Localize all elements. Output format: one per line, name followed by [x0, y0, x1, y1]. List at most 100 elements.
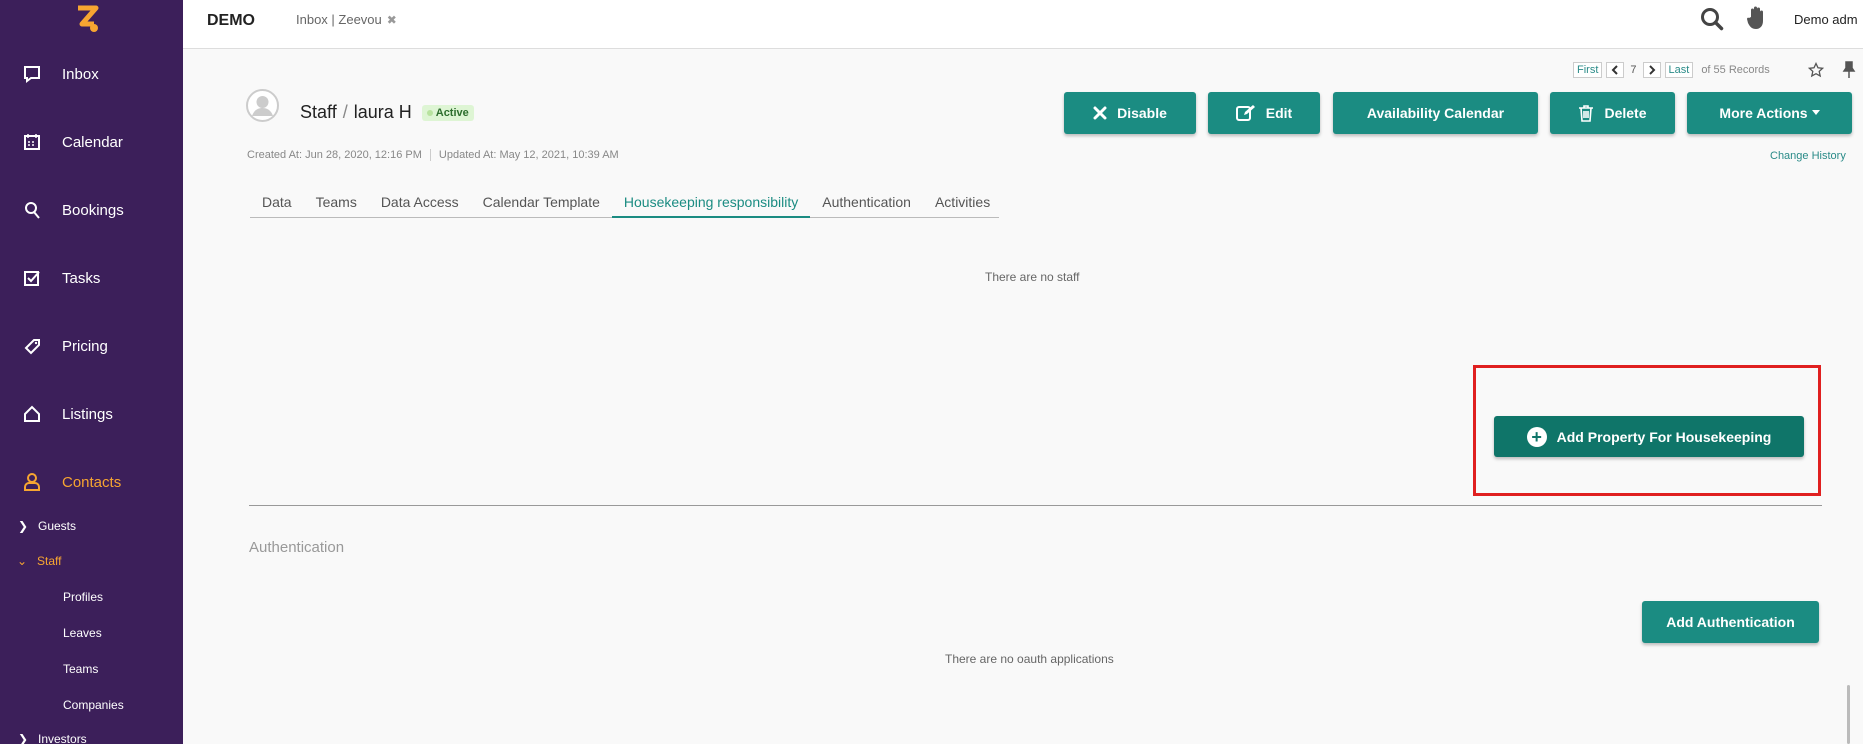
sidebar-item-teams[interactable]: Teams — [63, 662, 98, 676]
caret-down-icon — [1811, 110, 1820, 115]
nav-label: Calendar — [62, 133, 123, 151]
scrollbar[interactable] — [1847, 685, 1850, 744]
breadcrumb-separator: / — [342, 102, 348, 122]
record-pager: First 7 Last of 55 Records — [1573, 62, 1770, 78]
close-icon[interactable]: ✖ — [387, 13, 397, 27]
more-actions-button[interactable]: More Actions — [1687, 92, 1852, 134]
authentication-heading: Authentication — [249, 539, 345, 556]
disable-button[interactable]: Disable — [1064, 92, 1196, 134]
sidebar-item-profiles[interactable]: Profiles — [63, 590, 103, 604]
add-property-label: Add Property For Housekeeping — [1556, 428, 1772, 445]
tab-teams[interactable]: Teams — [304, 188, 369, 218]
calendar-icon — [22, 132, 42, 152]
tab-authentication[interactable]: Authentication — [810, 188, 923, 218]
created-at: Created At: Jun 28, 2020, 12:16 PM — [247, 149, 422, 161]
star-icon[interactable] — [1808, 62, 1824, 78]
pager-first[interactable]: First — [1573, 62, 1603, 78]
nav-tasks[interactable]: Tasks — [0, 258, 183, 298]
nav-listings[interactable]: Listings — [0, 394, 183, 434]
tab-housekeeping-responsibility[interactable]: Housekeeping responsibility — [611, 188, 811, 218]
pager-next-button[interactable] — [1642, 62, 1661, 78]
top-bar: DEMO Inbox | Zeevou ✖ Demo adm — [183, 0, 1863, 49]
edit-icon — [1235, 105, 1255, 121]
section-divider — [249, 505, 1822, 506]
nav-label: Listings — [62, 405, 113, 423]
tag-icon — [22, 336, 42, 356]
zeevou-logo[interactable] — [72, 4, 102, 34]
sub-label: Staff — [37, 554, 62, 568]
chevron-right-icon: ❯ — [18, 519, 29, 533]
user-menu[interactable]: Demo adm — [1794, 12, 1858, 27]
delete-button[interactable]: Delete — [1550, 92, 1675, 134]
pin-icon[interactable] — [1842, 61, 1856, 79]
trash-icon — [1579, 105, 1594, 122]
status-badge: Active — [421, 104, 474, 121]
add-authentication-button[interactable]: Add Authentication — [1642, 601, 1819, 643]
chevron-right-icon — [1648, 65, 1655, 75]
tasks-icon — [22, 268, 42, 288]
authentication-empty-state: There are no oauth applications — [945, 652, 1114, 666]
tab-data-access[interactable]: Data Access — [369, 188, 471, 218]
inbox-icon — [22, 64, 42, 84]
close-icon — [1093, 106, 1107, 120]
add-authentication-label: Add Authentication — [1666, 614, 1795, 630]
pager-prev-button[interactable] — [1606, 62, 1625, 78]
open-tab[interactable]: Inbox | Zeevou ✖ — [296, 12, 397, 27]
open-tab-label: Inbox | Zeevou — [296, 12, 382, 27]
record-meta: Created At: Jun 28, 2020, 12:16 PM Updat… — [247, 149, 619, 161]
add-property-for-housekeeping-button[interactable]: + Add Property For Housekeeping — [1494, 416, 1804, 457]
search-icon[interactable] — [1699, 6, 1725, 32]
housekeeping-empty-state: There are no staff — [985, 270, 1080, 284]
record-name: laura H — [353, 102, 412, 122]
meta-divider — [429, 149, 431, 161]
sub-label: Guests — [38, 519, 77, 533]
delete-label: Delete — [1604, 105, 1647, 121]
sub-label: Investors — [38, 732, 87, 744]
user-icon — [22, 472, 42, 492]
page-title: Staff / laura H Active — [300, 102, 474, 123]
tab-data[interactable]: Data — [250, 188, 304, 218]
nav-label: Bookings — [62, 201, 124, 219]
nav-label: Pricing — [62, 337, 108, 355]
tab-activities[interactable]: Activities — [923, 188, 1002, 218]
bookings-icon — [22, 200, 42, 220]
pager-current: 7 — [1630, 64, 1637, 76]
breadcrumb-module[interactable]: Staff — [300, 102, 337, 123]
tab-calendar-template[interactable]: Calendar Template — [471, 188, 612, 218]
nav-pricing[interactable]: Pricing — [0, 326, 183, 366]
sidebar: Inbox Calendar Bookings Tasks Pricing Li… — [0, 0, 183, 744]
record-tabs: Data Teams Data Access Calendar Template… — [250, 188, 999, 218]
hand-icon[interactable] — [1746, 5, 1766, 31]
disable-label: Disable — [1117, 105, 1167, 121]
workspace-name: DEMO — [207, 12, 255, 29]
change-history-link[interactable]: Change History — [1770, 150, 1846, 162]
status-dot-icon — [426, 109, 433, 116]
nav-label: Contacts — [62, 473, 122, 491]
sidebar-item-staff[interactable]: ⌄ Staff — [17, 554, 61, 568]
edit-button[interactable]: Edit — [1208, 92, 1320, 134]
nav-label: Inbox — [62, 65, 99, 83]
more-actions-label: More Actions — [1719, 105, 1808, 121]
nav-bookings[interactable]: Bookings — [0, 190, 183, 230]
chevron-right-icon: ❯ — [18, 732, 29, 744]
avatar — [246, 89, 279, 122]
updated-at: Updated At: May 12, 2021, 10:39 AM — [438, 149, 619, 161]
nav-inbox[interactable]: Inbox — [0, 54, 183, 94]
edit-label: Edit — [1265, 105, 1293, 121]
nav-contacts[interactable]: Contacts — [0, 462, 183, 502]
sidebar-item-guests[interactable]: ❯ Guests — [18, 519, 76, 533]
nav-label: Tasks — [62, 269, 101, 287]
plus-circle-icon: + — [1526, 426, 1547, 447]
status-label: Active — [435, 106, 469, 119]
availability-label: Availability Calendar — [1366, 105, 1505, 121]
nav-calendar[interactable]: Calendar — [0, 122, 183, 162]
sidebar-item-investors[interactable]: ❯ Investors — [18, 732, 87, 744]
chevron-down-icon: ⌄ — [17, 554, 28, 568]
home-icon — [22, 404, 42, 424]
chevron-left-icon — [1611, 65, 1619, 75]
availability-calendar-button[interactable]: Availability Calendar — [1333, 92, 1538, 134]
pager-total: of 55 Records — [1701, 64, 1770, 76]
sidebar-item-leaves[interactable]: Leaves — [63, 626, 102, 640]
pager-last[interactable]: Last — [1664, 62, 1694, 78]
sidebar-item-companies[interactable]: Companies — [63, 698, 124, 712]
